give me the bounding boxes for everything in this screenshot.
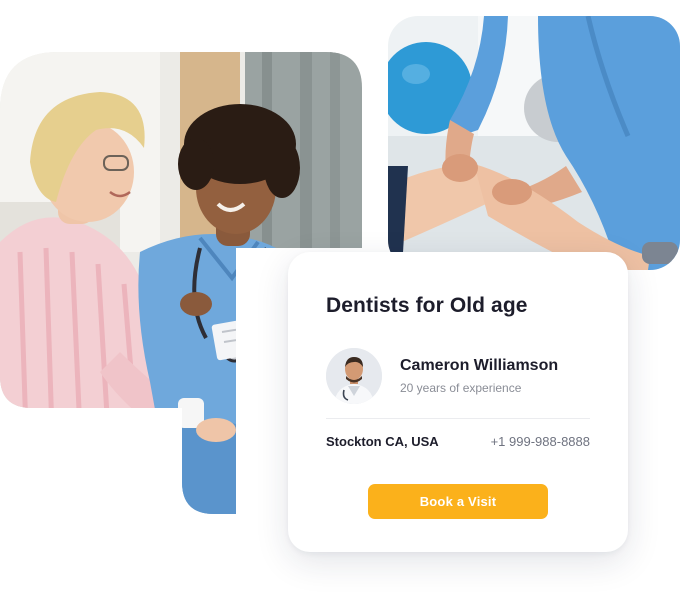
promo-canvas: Dentists for Old age Cameron Williamson … [0,0,680,600]
doctor-avatar-art [326,348,382,404]
doctor-avatar [326,348,382,404]
book-visit-button[interactable]: Book a Visit [368,484,548,519]
doctor-card: Dentists for Old age Cameron Williamson … [288,252,628,552]
doctor-location: Stockton CA, USA [326,434,439,449]
card-divider [326,418,590,419]
doctor-info: Cameron Williamson 20 years of experienc… [400,356,558,396]
physiotherapy-photo-art [388,16,680,270]
physiotherapy-photo [388,16,680,270]
doctor-phone[interactable]: +1 999-988-8888 [491,434,590,449]
doctor-experience: 20 years of experience [400,381,522,395]
doctor-profile: Cameron Williamson 20 years of experienc… [326,348,558,404]
card-title: Dentists for Old age [326,294,528,317]
contact-row: Stockton CA, USA +1 999-988-8888 [326,434,590,449]
doctor-name: Cameron Williamson [400,357,559,374]
